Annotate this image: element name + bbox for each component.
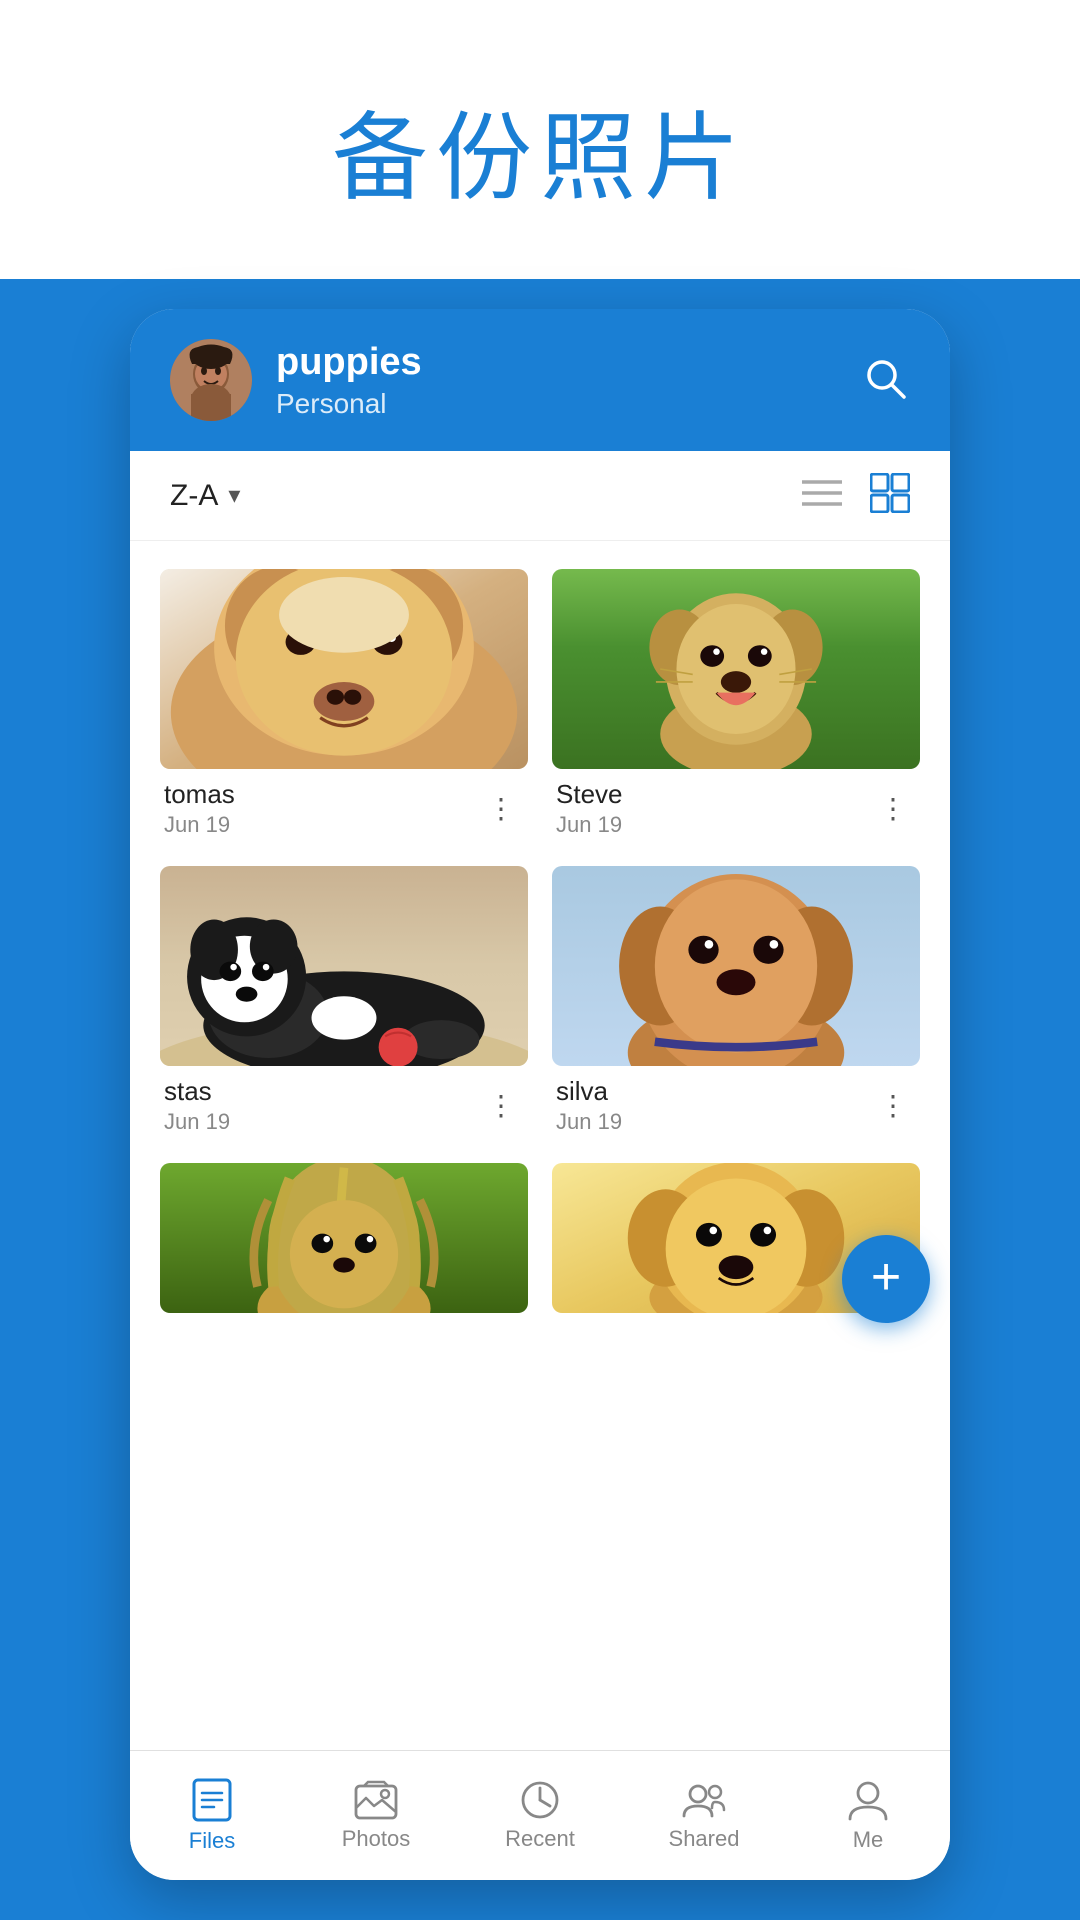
nav-label-me: Me [853,1827,884,1853]
sidebar-item-shared[interactable]: Shared [622,1751,786,1880]
list-item: stas Jun 19 ⋮ [160,866,528,1139]
photo-name: stas [164,1076,230,1107]
header-info: puppies Personal [276,341,836,420]
sidebar-item-me[interactable]: Me [786,1751,950,1880]
photo-date: Jun 19 [556,1109,622,1135]
photo-info: tomas Jun 19 ⋮ [160,769,528,842]
photo-thumbnail[interactable] [160,569,528,769]
sort-label: Z-A [170,479,218,513]
photo-details: stas Jun 19 [164,1076,230,1135]
photo-more-button[interactable]: ⋮ [871,1085,916,1126]
folder-name: puppies [276,341,836,384]
photo-name: Steve [556,779,623,810]
photo-grid: tomas Jun 19 ⋮ [160,569,920,1313]
list-item: + [552,1163,920,1313]
list-item [160,1163,528,1313]
shared-icon [682,1780,726,1820]
grid-view-button[interactable] [870,473,910,518]
recent-icon [520,1780,560,1820]
photo-details: Steve Jun 19 [556,779,623,838]
content-area: tomas Jun 19 ⋮ [130,541,950,1740]
photo-more-button[interactable]: ⋮ [479,1085,524,1126]
list-view-button[interactable] [802,477,842,514]
avatar [170,339,252,421]
nav-label-recent: Recent [505,1826,575,1852]
sort-arrow-icon: ▾ [228,481,240,510]
files-icon [192,1778,232,1822]
photo-date: Jun 19 [164,812,235,838]
photo-name: silva [556,1076,622,1107]
photo-thumbnail[interactable] [160,1163,528,1313]
photo-info: silva Jun 19 ⋮ [552,1066,920,1139]
list-item: tomas Jun 19 ⋮ [160,569,528,842]
page-title: 备份照片 [332,105,748,212]
search-icon [860,353,910,403]
fab-button[interactable]: + [842,1235,930,1323]
photos-icon [354,1780,398,1820]
sidebar-item-recent[interactable]: Recent [458,1751,622,1880]
photo-more-button[interactable]: ⋮ [479,788,524,829]
photo-more-button[interactable]: ⋮ [871,788,916,829]
bottom-nav: Files Photos Recent [130,1750,950,1880]
photo-date: Jun 19 [164,1109,230,1135]
photo-info: stas Jun 19 ⋮ [160,1066,528,1139]
list-item: silva Jun 19 ⋮ [552,866,920,1139]
photo-info: Steve Jun 19 ⋮ [552,769,920,842]
header-subtitle: Personal [276,388,836,420]
photo-name: tomas [164,779,235,810]
photo-details: tomas Jun 19 [164,779,235,838]
nav-label-shared: Shared [669,1826,740,1852]
photo-thumbnail[interactable] [552,866,920,1066]
search-button[interactable] [860,353,910,408]
me-icon [848,1779,888,1821]
photo-details: silva Jun 19 [556,1076,622,1135]
toolbar: Z-A ▾ [130,451,950,541]
sidebar-item-photos[interactable]: Photos [294,1751,458,1880]
photo-thumbnail[interactable] [552,569,920,769]
photo-thumbnail[interactable] [160,866,528,1066]
list-item: Steve Jun 19 ⋮ [552,569,920,842]
list-icon [802,477,842,509]
phone-card: puppies Personal Z-A ▾ [130,309,950,1880]
grid-icon [870,473,910,513]
nav-label-files: Files [189,1828,235,1854]
sort-button[interactable]: Z-A ▾ [170,479,240,513]
nav-label-photos: Photos [342,1826,411,1852]
photo-date: Jun 19 [556,812,623,838]
app-header: puppies Personal [130,309,950,451]
sidebar-item-files[interactable]: Files [130,1751,294,1880]
fab-icon: + [871,1251,901,1303]
